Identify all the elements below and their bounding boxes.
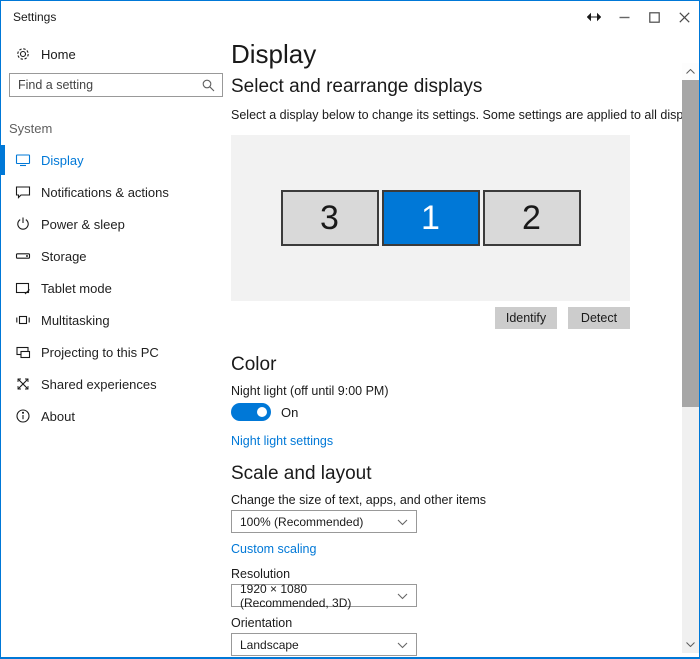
shared-experiences-icon	[15, 376, 31, 392]
toggle-knob	[257, 407, 267, 417]
monitor-number: 1	[421, 199, 440, 238]
sidebar-item-label: Multitasking	[41, 313, 110, 328]
toggle-state-label: On	[281, 405, 298, 420]
night-light-label: Night light (off until 9:00 PM)	[231, 383, 699, 399]
sidebar-item-storage[interactable]: Storage	[1, 240, 231, 272]
about-icon	[15, 408, 31, 424]
sidebar-item-label: Tablet mode	[41, 281, 112, 296]
display-icon	[15, 152, 31, 168]
vertical-scrollbar[interactable]	[682, 63, 699, 653]
projecting-icon	[15, 344, 31, 360]
gear-icon	[15, 46, 31, 62]
monitor-number: 2	[522, 199, 541, 238]
multitasking-icon	[15, 312, 31, 328]
monitor-2[interactable]: 2	[483, 190, 581, 246]
settings-window: Settings	[0, 0, 700, 659]
scale-heading: Scale and layout	[231, 462, 699, 486]
sidebar-item-home[interactable]: Home	[1, 41, 231, 67]
sidebar-item-notifications[interactable]: Notifications & actions	[1, 176, 231, 208]
power-icon	[15, 216, 31, 232]
color-heading: Color	[231, 353, 699, 377]
scaling-value: 100% (Recommended)	[240, 515, 363, 529]
night-light-settings-link[interactable]: Night light settings	[231, 433, 333, 449]
orientation-value: Landscape	[240, 638, 299, 652]
search-box	[9, 73, 223, 97]
close-button[interactable]	[669, 1, 699, 33]
orientation-dropdown[interactable]: Landscape	[231, 633, 417, 656]
resolution-label: Resolution	[231, 566, 699, 582]
monitor-3[interactable]: 3	[281, 190, 379, 246]
detect-button[interactable]: Detect	[568, 307, 630, 329]
sidebar-item-label: Shared experiences	[41, 377, 157, 392]
night-light-toggle-row: On	[231, 403, 699, 421]
sidebar-item-display[interactable]: Display	[1, 144, 231, 176]
chevron-down-icon	[397, 638, 408, 652]
main-content: Display Select and rearrange displays Se…	[231, 33, 699, 658]
night-light-toggle[interactable]	[231, 403, 271, 421]
monitor-number: 3	[320, 199, 339, 238]
sidebar: Home System	[1, 33, 231, 658]
sidebar-item-projecting[interactable]: Projecting to this PC	[1, 336, 231, 368]
monitor-1[interactable]: 1	[382, 190, 480, 246]
scaling-size-label: Change the size of text, apps, and other…	[231, 492, 699, 508]
window-controls	[579, 1, 699, 33]
selected-indicator	[1, 145, 5, 175]
body-area: Home System	[1, 33, 699, 658]
resize-arrows-icon[interactable]	[579, 1, 609, 33]
titlebar: Settings	[1, 1, 699, 33]
maximize-button[interactable]	[639, 1, 669, 33]
chevron-down-icon	[397, 515, 408, 529]
notifications-icon	[15, 184, 31, 200]
sidebar-home-label: Home	[41, 47, 76, 62]
custom-scaling-link[interactable]: Custom scaling	[231, 541, 316, 557]
resolution-value: 1920 × 1080 (Recommended, 3D)	[240, 582, 397, 610]
sidebar-item-about[interactable]: About	[1, 400, 231, 432]
scrollbar-thumb[interactable]	[682, 80, 699, 407]
monitor-arrangement-panel[interactable]: 3 1 2	[231, 135, 630, 301]
identify-detect-row: Identify Detect	[231, 307, 630, 329]
scaling-dropdown[interactable]: 100% (Recommended)	[231, 510, 417, 533]
window-title: Settings	[1, 10, 56, 24]
sidebar-item-label: Notifications & actions	[41, 185, 169, 200]
page-title: Display	[231, 39, 699, 69]
chevron-down-icon	[397, 589, 408, 603]
sidebar-item-label: Display	[41, 153, 84, 168]
orientation-label: Orientation	[231, 615, 699, 631]
search-input[interactable]	[10, 74, 222, 96]
tablet-icon	[15, 280, 31, 296]
sidebar-item-tablet-mode[interactable]: Tablet mode	[1, 272, 231, 304]
sidebar-section-label: System	[9, 121, 231, 136]
rearrange-heading: Select and rearrange displays	[231, 75, 699, 99]
sidebar-item-label: About	[41, 409, 75, 424]
sidebar-item-power-sleep[interactable]: Power & sleep	[1, 208, 231, 240]
rearrange-description: Select a display below to change its set…	[231, 107, 699, 123]
sidebar-item-label: Projecting to this PC	[41, 345, 159, 360]
resolution-dropdown[interactable]: 1920 × 1080 (Recommended, 3D)	[231, 584, 417, 607]
sidebar-item-label: Power & sleep	[41, 217, 125, 232]
sidebar-nav: Display Notifications & actions	[1, 144, 231, 432]
scroll-down-icon[interactable]	[682, 636, 699, 653]
sidebar-item-shared-experiences[interactable]: Shared experiences	[1, 368, 231, 400]
identify-button[interactable]: Identify	[495, 307, 557, 329]
sidebar-item-multitasking[interactable]: Multitasking	[1, 304, 231, 336]
minimize-button[interactable]	[609, 1, 639, 33]
sidebar-item-label: Storage	[41, 249, 87, 264]
storage-icon	[15, 248, 31, 264]
scroll-up-icon[interactable]	[682, 63, 699, 80]
search-icon[interactable]	[201, 78, 215, 92]
